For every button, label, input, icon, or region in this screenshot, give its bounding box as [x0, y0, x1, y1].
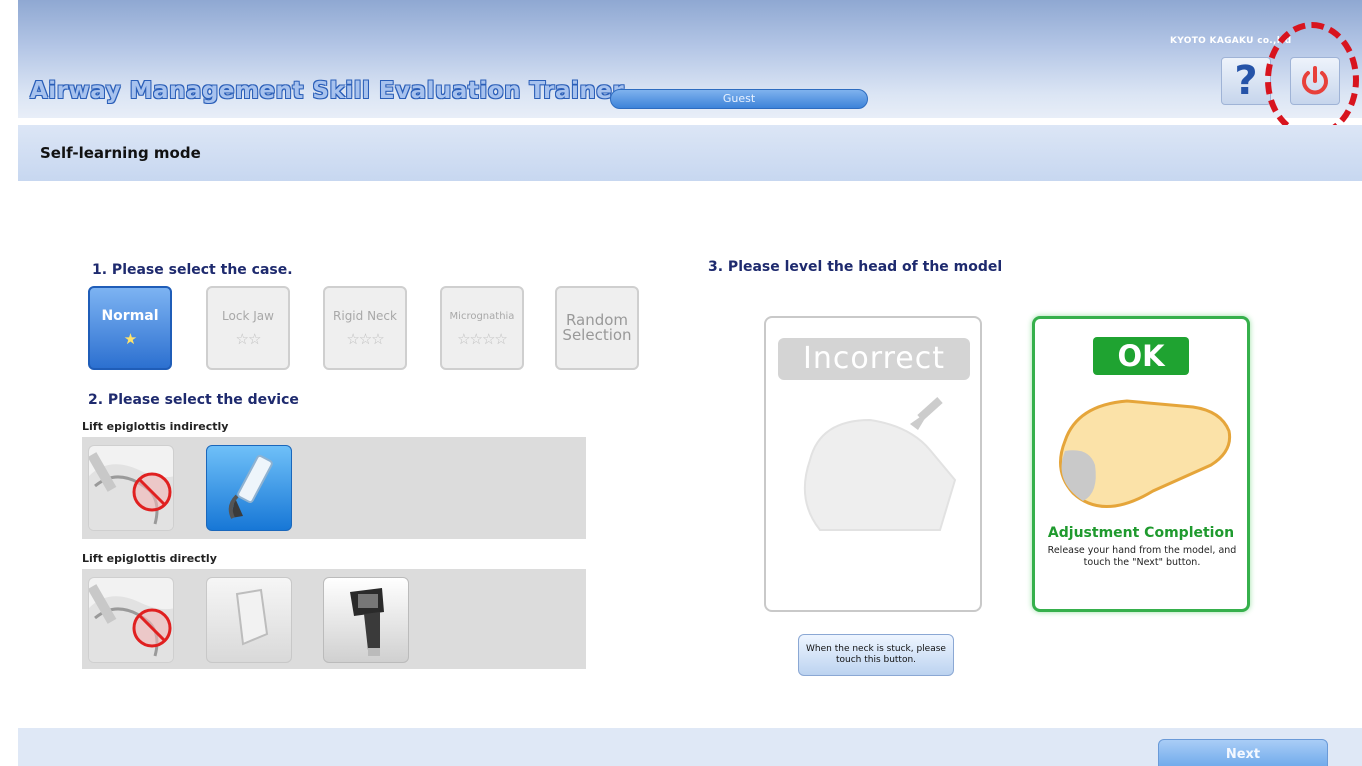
ok-card: OK Adjustment Completion Release your ha… [1032, 316, 1250, 612]
highlight-circle [1265, 22, 1359, 138]
indirect-label: Lift epiglottis indirectly [82, 420, 229, 433]
incorrect-label: Incorrect [778, 338, 970, 380]
case-label: Random Selection [562, 311, 632, 344]
case-section-title: 1. Please select the case. [92, 262, 293, 278]
videolaryngoscope-blade-button[interactable] [206, 445, 292, 531]
indirect-device-panel [82, 437, 586, 539]
head-level-icon [1059, 399, 1232, 508]
mode-bar: Self-learning mode [18, 125, 1362, 181]
direct-label: Lift epiglottis directly [82, 552, 217, 565]
device-button-handheld[interactable] [206, 577, 292, 663]
mode-title: Self-learning mode [40, 144, 201, 162]
case-label: Lock Jaw [222, 308, 274, 323]
case-button-micrognathia[interactable]: Micrognathia ☆☆☆☆ [440, 286, 524, 370]
laryngoscope-blade-icon [228, 454, 273, 519]
difficulty-stars: ☆☆☆☆ [457, 329, 508, 348]
incorrect-card: Incorrect [764, 316, 982, 612]
help-button[interactable]: ? [1221, 57, 1271, 105]
device-section-title: 2. Please select the device [88, 392, 299, 408]
device-button-video-scope[interactable] [323, 577, 409, 663]
app-window: Airway Management Skill Evaluation Train… [0, 0, 1362, 766]
user-name-badge: Guest [610, 89, 868, 109]
app-title: Airway Management Skill Evaluation Train… [30, 78, 625, 104]
airway-illustration-icon [89, 584, 173, 662]
case-label: Rigid Neck [333, 308, 397, 323]
case-button-normal[interactable]: Normal ★ [88, 286, 172, 370]
level-section-title: 3. Please level the head of the model [708, 259, 1003, 275]
difficulty-stars: ☆☆ [235, 329, 262, 348]
neck-stuck-button[interactable]: When the neck is stuck, please touch thi… [798, 634, 954, 676]
completion-title: Adjustment Completion [1047, 525, 1235, 541]
ok-label: OK [1093, 337, 1189, 375]
direct-illustration [88, 577, 174, 663]
difficulty-stars: ★ [123, 329, 137, 348]
airway-illustration-icon [89, 452, 173, 530]
direct-device-panel [82, 569, 586, 669]
handheld-device-icon [235, 588, 269, 646]
case-button-rigid-neck[interactable]: Rigid Neck ☆☆☆ [323, 286, 407, 370]
head-tilted-icon [803, 397, 957, 531]
video-scope-icon [350, 588, 384, 656]
case-label: Normal [101, 307, 159, 324]
indirect-illustration [88, 445, 174, 531]
case-button-random[interactable]: Random Selection [555, 286, 639, 370]
question-mark-icon: ? [1234, 58, 1258, 104]
case-button-lock-jaw[interactable]: Lock Jaw ☆☆ [206, 286, 290, 370]
next-button[interactable]: Next [1158, 739, 1328, 766]
completion-text: Release your hand from the model, and to… [1047, 545, 1237, 568]
difficulty-stars: ☆☆☆ [346, 329, 384, 348]
case-label: Micrognathia [449, 310, 515, 322]
